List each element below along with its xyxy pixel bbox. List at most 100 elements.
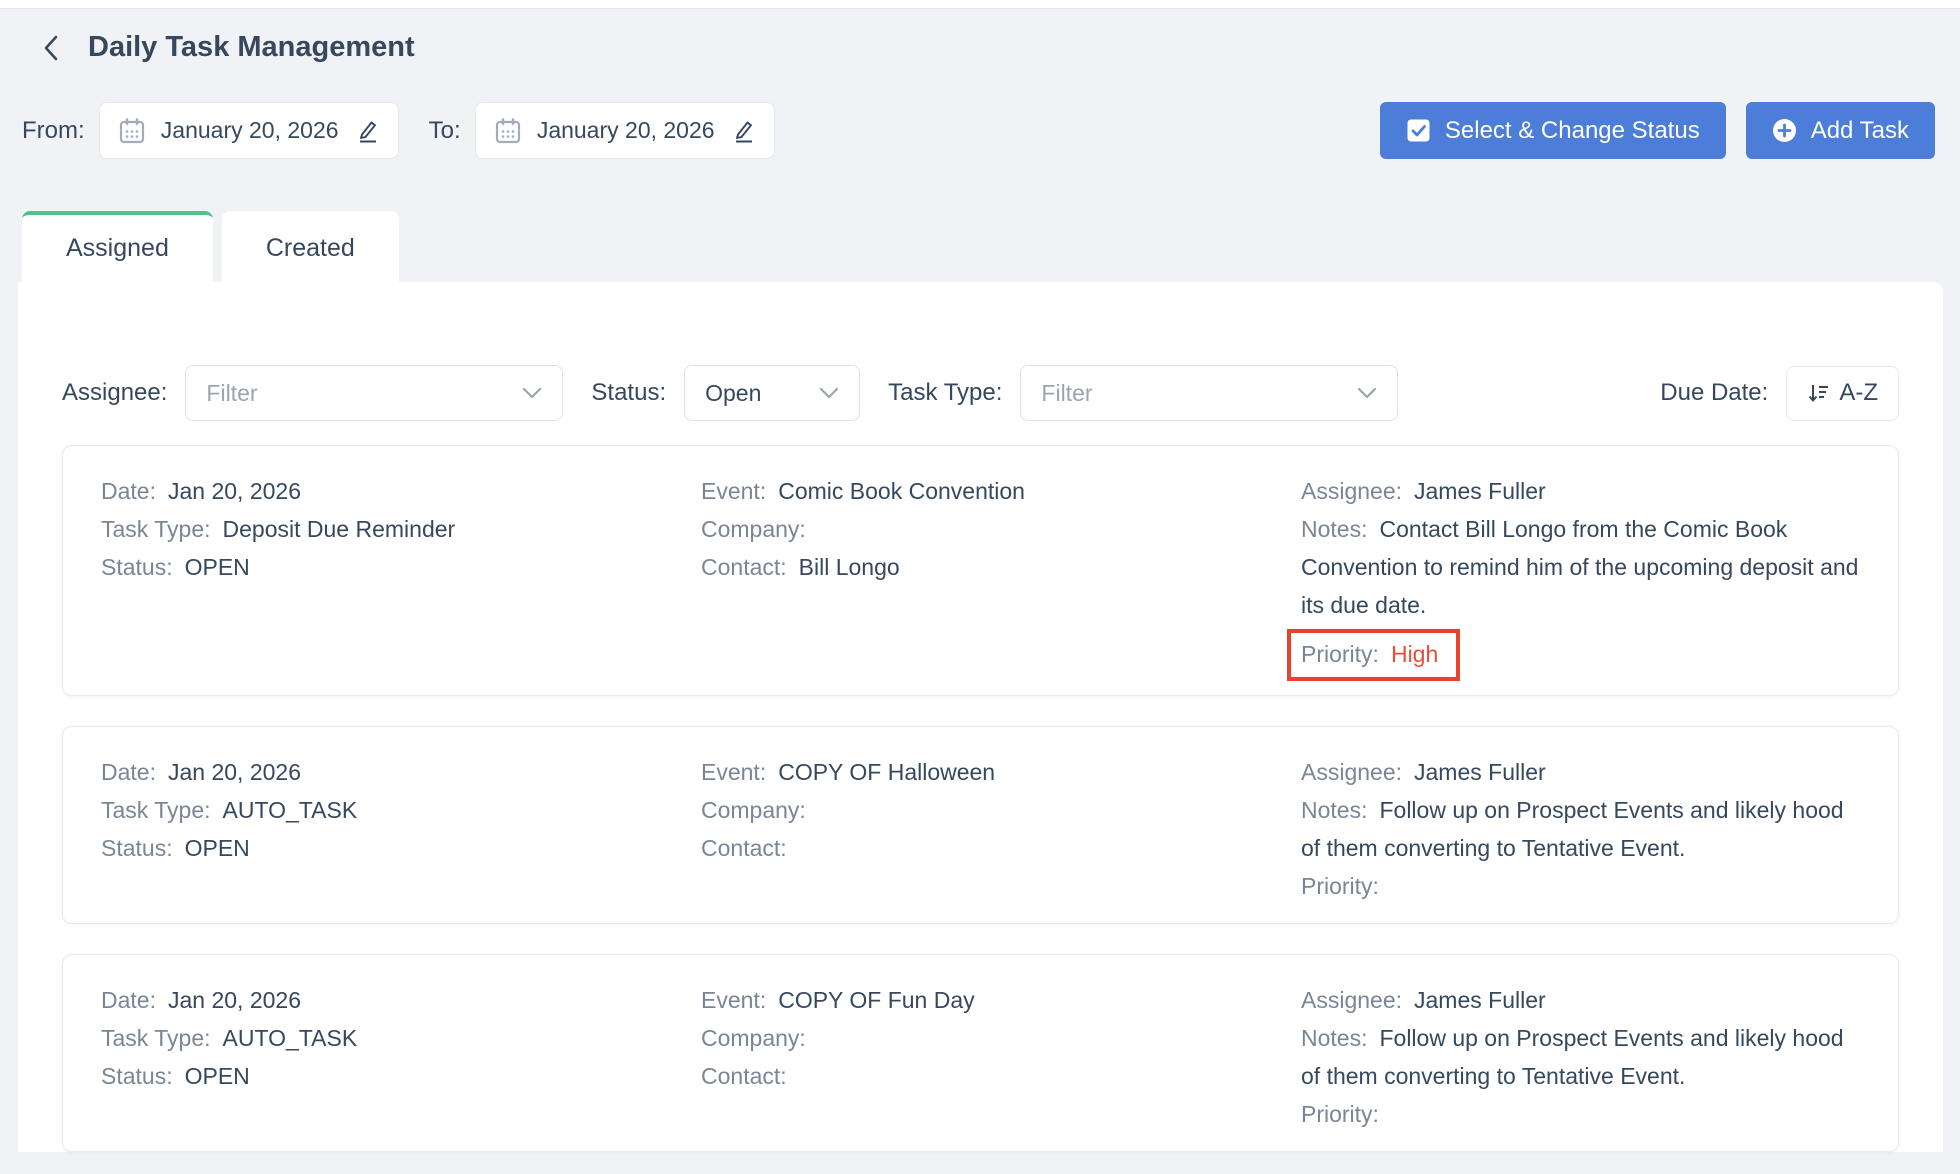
date-row: Date: Jan 20, 2026 — [101, 981, 701, 1019]
add-task-label: Add Task — [1811, 117, 1909, 145]
calendar-icon — [118, 117, 146, 145]
event-value: COPY OF Fun Day — [778, 987, 974, 1013]
chevron-down-icon — [522, 387, 542, 399]
filter-row: Assignee: Filter Status: Open Task Type:… — [18, 282, 1943, 421]
assignee-filter-dropdown[interactable]: Filter — [185, 365, 563, 421]
from-label: From: — [22, 117, 85, 145]
company-label: Company: — [701, 1025, 806, 1051]
assignee-filter-placeholder: Filter — [206, 380, 257, 407]
status-row: Status:OPEN — [101, 829, 701, 867]
date-row: Date: Jan 20, 2026 — [101, 472, 701, 510]
task-card-col-middle: Event:Comic Book Convention Company: Con… — [701, 472, 1301, 681]
page-title: Daily Task Management — [88, 31, 415, 64]
company-row: Company: — [701, 791, 1301, 829]
status-filter-dropdown[interactable]: Open — [684, 365, 860, 421]
from-date-picker[interactable]: January 20, 2026 — [99, 102, 399, 159]
company-row: Company: — [701, 1019, 1301, 1057]
tab-panel: Assignee: Filter Status: Open Task Type:… — [18, 282, 1943, 1152]
priority-row: Priority: — [1301, 1095, 1391, 1133]
assignee-row: Assignee:James Fuller — [1301, 472, 1860, 510]
assignee-value: James Fuller — [1414, 478, 1546, 504]
date-label: Date: — [101, 478, 156, 504]
tabs: Assigned Created — [0, 211, 1960, 282]
date-value: Jan 20, 2026 — [168, 759, 301, 785]
task-card[interactable]: Date: Jan 20, 2026 Task Type: AUTO_TASK St… — [62, 726, 1899, 924]
status-label: Status: — [101, 554, 173, 580]
task-type-row: Task Type:Deposit Due Reminder — [101, 510, 701, 548]
assignee-label: Assignee: — [1301, 987, 1402, 1013]
task-type-label: Task Type: — [101, 797, 211, 823]
event-label: Event: — [701, 478, 766, 504]
contact-label: Contact: — [701, 1063, 787, 1089]
assignee-value: James Fuller — [1414, 987, 1546, 1013]
date-label: Date: — [101, 987, 156, 1013]
tab-created[interactable]: Created — [222, 211, 399, 282]
notes-label: Notes: — [1301, 1025, 1367, 1051]
task-type-row: Task Type: AUTO_TASK — [101, 791, 701, 829]
due-date-sort-button[interactable]: A-Z — [1786, 366, 1899, 421]
chevron-down-icon — [1357, 387, 1377, 399]
notes-label: Notes: — [1301, 516, 1367, 542]
status-label: Status: — [101, 1063, 173, 1089]
top-bar — [0, 0, 1960, 9]
task-card-col-right: Assignee: James Fuller Notes:Follow up on… — [1301, 981, 1860, 1137]
task-card-col-right: Assignee:James Fuller Notes:Follow up on… — [1301, 753, 1860, 909]
status-value: OPEN — [185, 1063, 250, 1089]
status-row: Status: OPEN — [101, 1057, 701, 1095]
edit-pencil-icon[interactable] — [354, 118, 380, 144]
from-date-value: January 20, 2026 — [154, 117, 346, 144]
add-task-button[interactable]: Add Task — [1746, 102, 1935, 159]
checkbox-checked-icon — [1406, 118, 1431, 143]
notes-row: Notes:Follow up on Prospect Events and l… — [1301, 791, 1860, 867]
assignee-row: Assignee: James Fuller — [1301, 981, 1860, 1019]
event-row: Event: COPY OF Fun Day — [701, 981, 1301, 1019]
due-date-sort-label: A-Z — [1839, 379, 1878, 407]
notes-value: Follow up on Prospect Events and likely … — [1301, 1025, 1844, 1089]
task-card[interactable]: Date:Jan 20, 2026 Task Type:AUTO_TASK St… — [62, 954, 1899, 1152]
event-value: COPY OF Halloween — [778, 759, 995, 785]
date-value: Jan 20, 2026 — [168, 987, 301, 1013]
date-label: Date: — [101, 759, 156, 785]
date-value: Jan 20, 2026 — [168, 478, 301, 504]
notes-label: Notes: — [1301, 797, 1367, 823]
contact-label: Contact: — [701, 835, 787, 861]
event-row: Event:Comic Book Convention — [701, 472, 1301, 510]
status-value: OPEN — [185, 835, 250, 861]
chevron-down-icon — [819, 387, 839, 399]
task-card-col-left: Date: Jan 20, 2026 Task Type: AUTO_TASK St… — [101, 753, 701, 909]
sort-amount-down-icon — [1807, 382, 1829, 404]
to-date-picker[interactable]: January 20, 2026 — [475, 102, 775, 159]
contact-label: Contact: — [701, 554, 787, 580]
contact-value: Bill Longo — [799, 554, 900, 580]
select-change-status-label: Select & Change Status — [1445, 117, 1700, 145]
task-card[interactable]: Date: Jan 20, 2026 Task Type:Deposit Due … — [62, 445, 1899, 696]
chevron-left-icon — [42, 34, 60, 62]
edit-pencil-icon[interactable] — [730, 118, 756, 144]
back-button[interactable] — [36, 33, 66, 63]
tab-assigned[interactable]: Assigned — [22, 211, 213, 282]
priority-wrap: Priority:High — [1301, 624, 1860, 681]
company-label: Company: — [701, 516, 806, 542]
priority-label: Priority: — [1301, 873, 1379, 899]
event-label: Event: — [701, 987, 766, 1013]
tab-created-label: Created — [266, 234, 355, 263]
controls-row: From: January 20, 2026 To: — [0, 102, 1960, 159]
status-row: Status: OPEN — [101, 548, 701, 586]
task-card-col-right: Assignee:James Fuller Notes:Contact Bill… — [1301, 472, 1860, 681]
task-list: Date: Jan 20, 2026 Task Type:Deposit Due … — [18, 421, 1943, 1152]
due-date-sort-group: Due Date: A-Z — [1660, 366, 1899, 421]
task-type-value: AUTO_TASK — [223, 797, 358, 823]
status-filter-label: Status: — [591, 379, 666, 407]
select-change-status-button[interactable]: Select & Change Status — [1380, 102, 1726, 159]
task-type-label: Task Type: — [101, 1025, 211, 1051]
task-type-filter-dropdown[interactable]: Filter — [1020, 365, 1398, 421]
notes-row: Notes:Contact Bill Longo from the Comic … — [1301, 510, 1860, 624]
status-value: OPEN — [185, 554, 250, 580]
date-row: Date: Jan 20, 2026 — [101, 753, 701, 791]
notes-row: Notes:Follow up on Prospect Events and l… — [1301, 1019, 1860, 1095]
priority-wrap: Priority: — [1301, 867, 1860, 909]
priority-wrap: Priority: — [1301, 1095, 1860, 1137]
event-row: Event:COPY OF Halloween — [701, 753, 1301, 791]
task-card-col-middle: Event: COPY OF Fun Day Company: Contact: — [701, 981, 1301, 1137]
task-card-col-middle: Event:COPY OF Halloween Company: Contact… — [701, 753, 1301, 909]
